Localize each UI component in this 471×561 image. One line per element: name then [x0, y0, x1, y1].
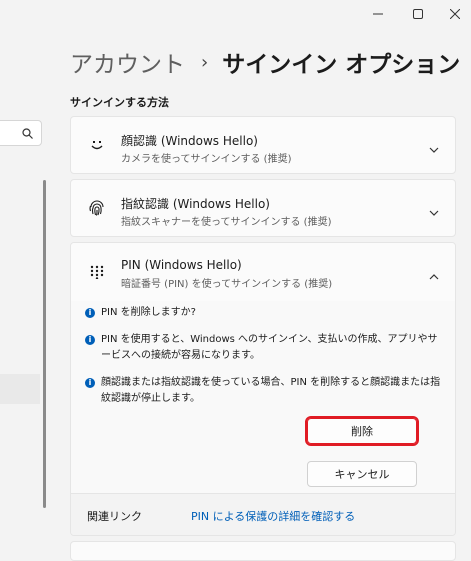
delete-pin-button[interactable]: 削除	[305, 416, 419, 446]
cancel-button[interactable]: キャンセル	[307, 461, 417, 487]
breadcrumb-separator: ›	[201, 51, 209, 73]
card-face-recognition[interactable]: 顔認識 (Windows Hello) カメラを使ってサインインする (推奨)	[70, 116, 456, 174]
breadcrumb: アカウント › サインイン オプション	[70, 44, 460, 80]
maximize-icon	[413, 9, 423, 19]
card-fingerprint[interactable]: 指紋認識 (Windows Hello) 指紋スキャナーを使ってサインインする …	[70, 179, 456, 237]
sidebar-scrollbar[interactable]	[43, 180, 46, 508]
card-subtitle: カメラを使ってサインインする (推奨)	[121, 154, 292, 165]
chevron-down-icon	[429, 140, 439, 159]
fingerprint-icon	[87, 198, 107, 218]
close-button[interactable]	[432, 0, 471, 28]
page-title: サインイン オプション	[222, 52, 461, 78]
info-text: PIN を削除しますか?	[101, 307, 196, 318]
chevron-up-icon	[429, 267, 439, 286]
info-icon: i	[85, 378, 95, 388]
info-icon: i	[85, 308, 95, 318]
title-bar	[0, 0, 471, 28]
card-title: 顔認識 (Windows Hello)	[121, 134, 258, 148]
pin-keypad-icon	[87, 262, 107, 282]
pin-card-body: i PIN を削除しますか? i PIN を使用すると、Windows へのサイ…	[71, 301, 455, 493]
card-subtitle: 指紋スキャナーを使ってサインインする (推奨)	[121, 217, 332, 228]
close-icon	[450, 9, 460, 19]
info-row: i PIN を使用すると、Windows へのサインイン、支払いの作成、アプリや…	[85, 332, 445, 364]
info-icon: i	[85, 335, 95, 345]
related-links: 関連リンク PIN による保護の詳細を確認する	[71, 493, 455, 535]
card-pin: PIN (Windows Hello) 暗証番号 (PIN) を使ってサインイン…	[70, 242, 456, 536]
card-title: 指紋認識 (Windows Hello)	[121, 197, 270, 211]
sidebar-selected-item[interactable]	[0, 374, 40, 404]
info-row: i 顔認識または指紋認識を使っている場合、PIN を削除すると顔認識または指紋認…	[85, 375, 445, 407]
info-row: i PIN を削除しますか?	[85, 305, 445, 321]
minimize-icon	[373, 9, 383, 19]
face-icon	[87, 135, 107, 155]
info-text: 顔認識または指紋認識を使っている場合、PIN を削除すると顔認識または指紋認識が…	[101, 377, 441, 404]
info-text: PIN を使用すると、Windows へのサインイン、支払いの作成、アプリやサー…	[101, 334, 438, 361]
next-card[interactable]	[70, 541, 456, 561]
chevron-down-icon	[429, 203, 439, 222]
sidebar-search-input[interactable]	[0, 120, 42, 146]
section-title: サインインする方法	[70, 96, 169, 109]
pin-protection-details-link[interactable]: PIN による保護の詳細を確認する	[191, 508, 355, 524]
breadcrumb-parent[interactable]: アカウント	[70, 45, 185, 79]
card-title: PIN (Windows Hello)	[121, 258, 242, 272]
card-subtitle: 暗証番号 (PIN) を使ってサインインする (推奨)	[121, 279, 333, 290]
related-links-label: 関連リンク	[87, 510, 142, 523]
pin-card-header[interactable]: PIN (Windows Hello) 暗証番号 (PIN) を使ってサインイン…	[71, 243, 455, 302]
